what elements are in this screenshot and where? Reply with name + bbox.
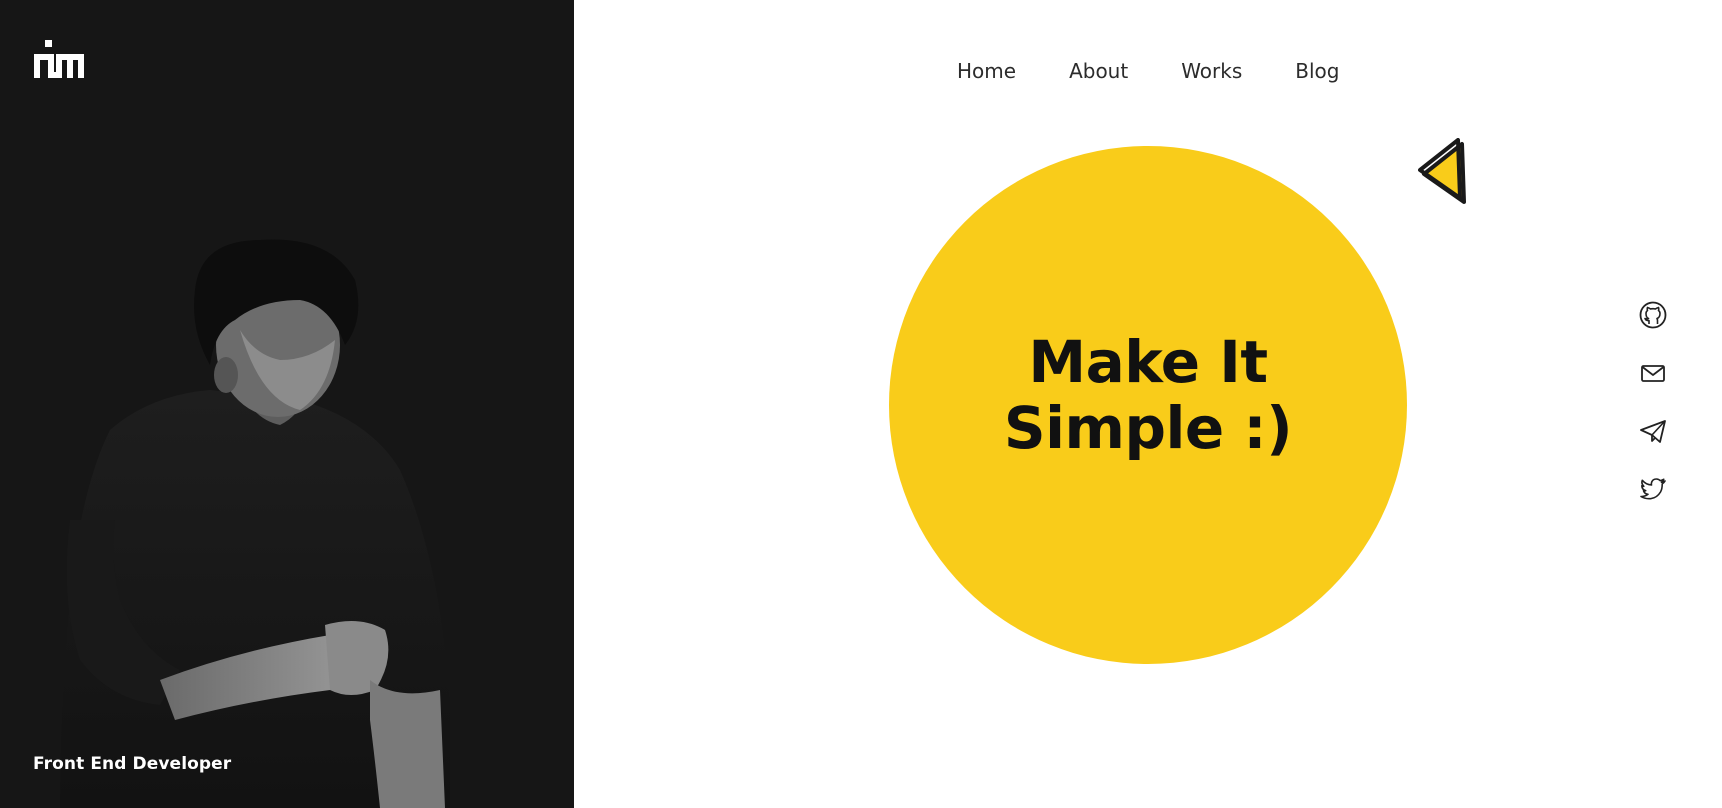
nav-home[interactable]: Home bbox=[957, 56, 1017, 86]
nav-blog-label: Blog bbox=[1295, 59, 1340, 83]
mail-icon[interactable] bbox=[1638, 358, 1668, 388]
hero-title-line1: Make It bbox=[1028, 328, 1268, 396]
nav-blog[interactable]: Blog bbox=[1295, 56, 1339, 86]
telegram-icon[interactable] bbox=[1638, 416, 1668, 446]
nav-works-label: Works bbox=[1181, 59, 1243, 83]
role-title: Front End Developer bbox=[33, 754, 232, 774]
mm-logo-icon[interactable] bbox=[34, 40, 84, 80]
hero-title-line2: Simple :) bbox=[1003, 394, 1293, 462]
main-nav: Home About Works Blog bbox=[957, 56, 1393, 86]
triangle-decoration-icon bbox=[1418, 138, 1466, 204]
github-icon[interactable] bbox=[1638, 300, 1668, 330]
nav-home-label: Home bbox=[957, 59, 1017, 83]
hero-title: Make It Simple :) bbox=[988, 329, 1308, 461]
social-links bbox=[1638, 300, 1672, 532]
nav-about[interactable]: About bbox=[1069, 56, 1128, 86]
nav-about-label: About bbox=[1069, 59, 1129, 83]
portrait-photo bbox=[60, 239, 450, 808]
nav-works[interactable]: Works bbox=[1181, 56, 1242, 86]
twitter-icon[interactable] bbox=[1638, 474, 1668, 504]
profile-panel: Front End Developer bbox=[0, 0, 574, 808]
page: Front End Developer Home About Works Blo… bbox=[0, 0, 1722, 808]
hero-circle: Make It Simple :) bbox=[889, 146, 1407, 664]
